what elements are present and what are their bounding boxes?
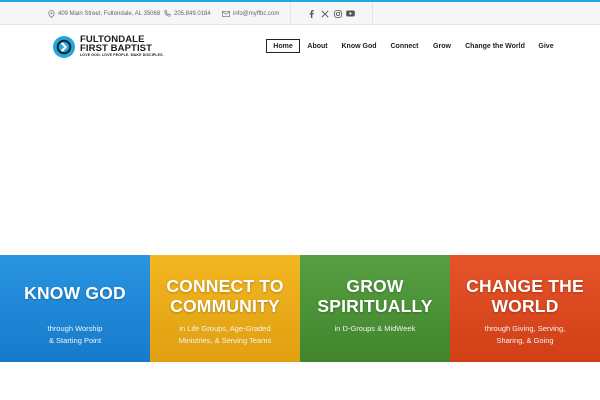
nav-grow[interactable]: Grow — [429, 39, 455, 53]
tile-title: CONNECT TO — [166, 276, 284, 296]
tile-title: GROW — [346, 276, 404, 296]
tile-grow[interactable]: GROW SPIRITUALLY in D-Groups & MidWeek — [300, 255, 450, 362]
x-icon[interactable] — [318, 7, 331, 20]
tile-connect[interactable]: CONNECT TO COMMUNITY in Life Groups, Age… — [150, 255, 300, 362]
nav-know-god[interactable]: Know God — [339, 39, 379, 53]
phone-item[interactable]: 205.849.0184 — [164, 2, 211, 25]
address-item: 409 Main Street, Fultondale, AL 35068 — [48, 2, 160, 25]
top-info-bar: 409 Main Street, Fultondale, AL 35068 20… — [0, 2, 600, 25]
topbar-divider — [290, 2, 291, 25]
tile-title: SPIRITUALLY — [317, 296, 433, 316]
social-links — [305, 2, 357, 25]
site-logo[interactable]: FULTONDALE FIRST BAPTIST LOVE GOD. LOVE … — [53, 33, 164, 60]
ministry-tiles: KNOW GOD through Worship & Starting Poin… — [0, 255, 600, 362]
youtube-icon[interactable] — [344, 7, 357, 20]
mail-icon — [222, 10, 230, 17]
logo-wordmark: FULTONDALE FIRST BAPTIST LOVE GOD. LOVE … — [80, 35, 164, 58]
nav-give[interactable]: Give — [535, 39, 557, 53]
tile-subtitle: through Worship — [47, 324, 103, 333]
site-header: FULTONDALE FIRST BAPTIST LOVE GOD. LOVE … — [0, 26, 600, 66]
facebook-icon[interactable] — [305, 7, 318, 20]
tile-subtitle: & Starting Point — [48, 336, 102, 345]
logo-line-2: FIRST BAPTIST — [80, 43, 153, 55]
hero-banner — [0, 66, 600, 255]
tile-subtitle: Ministries, & Serving Teams — [178, 336, 272, 345]
nav-change-the-world[interactable]: Change the World — [462, 39, 528, 53]
tile-subtitle: Sharing, & Going — [496, 336, 554, 345]
instagram-icon[interactable] — [331, 7, 344, 20]
location-pin-icon — [48, 9, 55, 18]
phone-link[interactable]: 205.849.0184 — [174, 11, 211, 17]
tile-know-god[interactable]: KNOW GOD through Worship & Starting Poin… — [0, 255, 150, 362]
tile-title: KNOW GOD — [24, 283, 126, 303]
tile-title: COMMUNITY — [170, 296, 280, 316]
address-text: 409 Main Street, Fultondale, AL 35068 — [58, 10, 161, 17]
logo-tagline: LOVE GOD. LOVE PEOPLE. MAKE DISCIPLES. — [80, 53, 164, 58]
tile-subtitle: through Giving, Serving, — [484, 324, 566, 333]
tile-change-the-world[interactable]: CHANGE THE WORLD through Giving, Serving… — [450, 255, 600, 362]
nav-connect[interactable]: Connect — [387, 39, 422, 53]
email-link[interactable]: info@myffbc.com — [233, 11, 279, 17]
tile-subtitle: in D-Groups & MidWeek — [334, 324, 416, 333]
phone-icon — [164, 10, 171, 17]
logo-arrow-icon — [53, 35, 75, 58]
tile-title: CHANGE THE — [466, 276, 584, 296]
nav-home[interactable]: Home — [266, 39, 300, 53]
nav-about[interactable]: About — [303, 39, 332, 53]
tile-subtitle: in Life Groups, Age-Graded — [179, 324, 271, 333]
topbar-divider — [372, 2, 373, 25]
tile-title: WORLD — [491, 296, 559, 316]
email-item[interactable]: info@myffbc.com — [222, 2, 279, 25]
